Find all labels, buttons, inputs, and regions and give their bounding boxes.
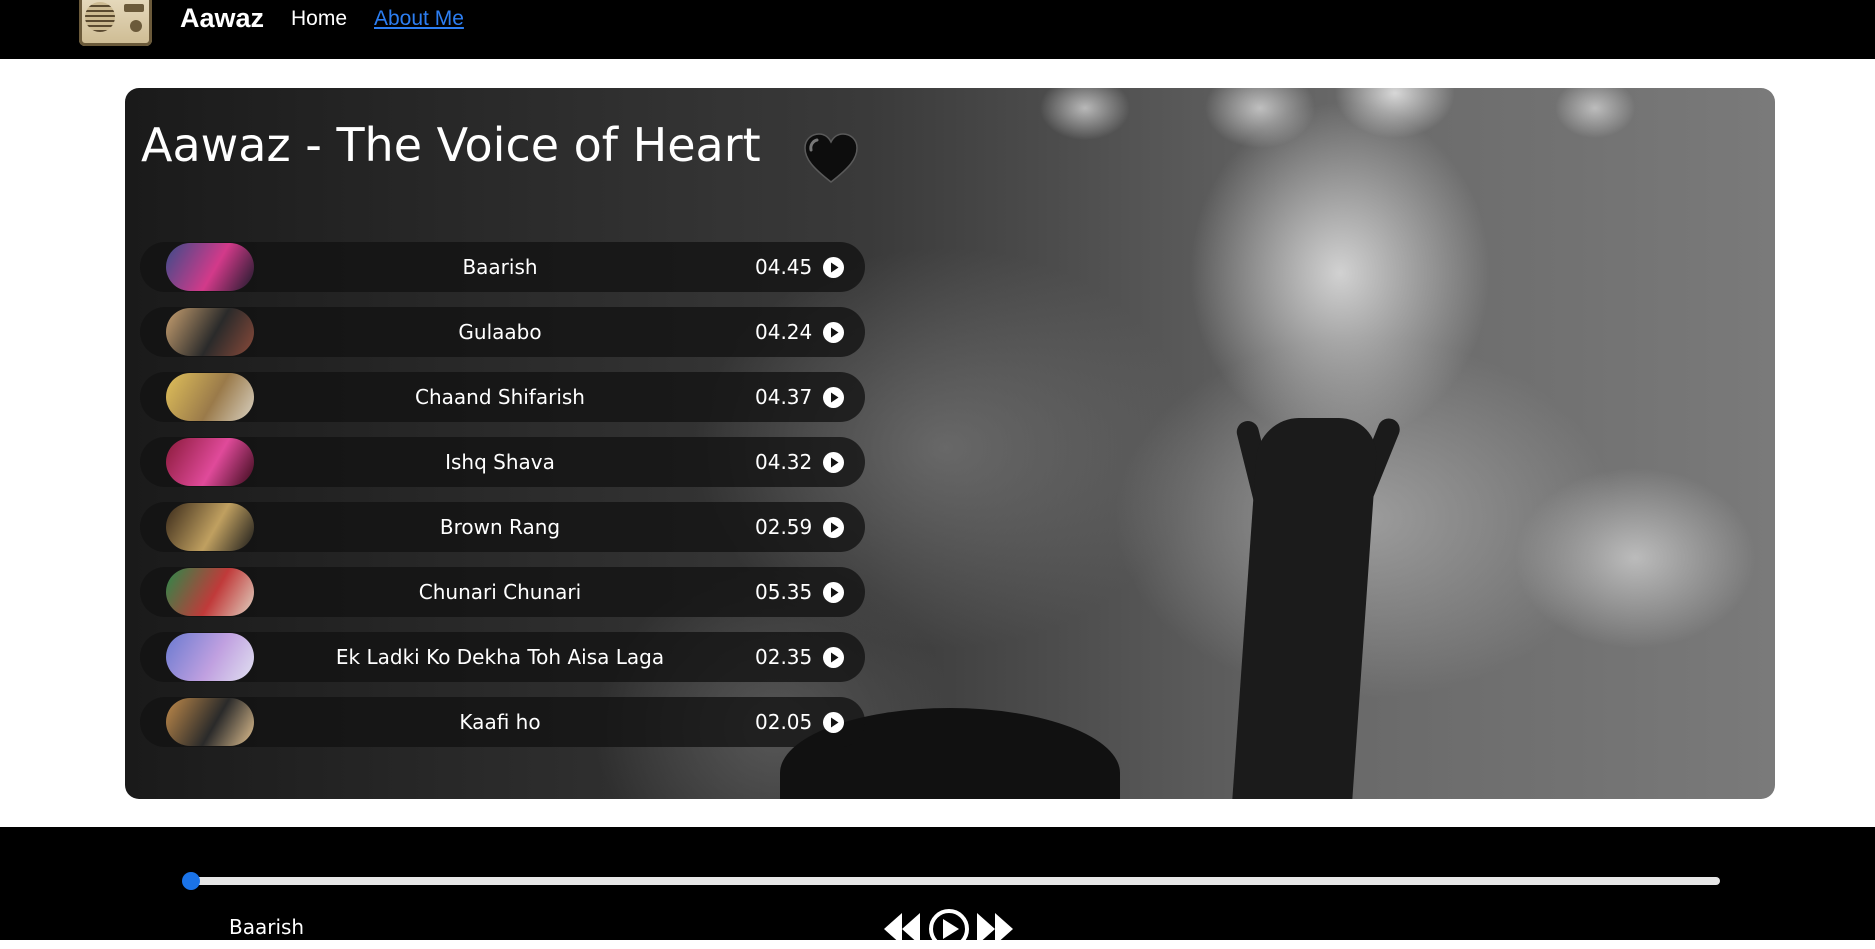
play-icon[interactable] bbox=[823, 387, 844, 408]
song-duration: 02.05 bbox=[755, 710, 813, 734]
nav-link-home[interactable]: Home bbox=[291, 7, 347, 31]
play-icon[interactable] bbox=[823, 647, 844, 668]
song-item[interactable]: Brown Rang 02.59 bbox=[140, 502, 865, 552]
song-name: Gulaabo bbox=[458, 320, 542, 344]
radio-dial bbox=[124, 4, 144, 12]
song-duration: 04.32 bbox=[755, 450, 813, 474]
previous-icon[interactable] bbox=[884, 913, 920, 945]
song-item[interactable]: Ek Ladki Ko Dekha Toh Aisa Laga 02.35 bbox=[140, 632, 865, 682]
song-item[interactable]: Chunari Chunari 05.35 bbox=[140, 567, 865, 617]
song-item[interactable]: Kaafi ho 02.05 bbox=[140, 697, 865, 747]
song-name: Kaafi ho bbox=[459, 710, 541, 734]
song-name: Chaand Shifarish bbox=[415, 385, 585, 409]
play-icon[interactable] bbox=[823, 257, 844, 278]
now-playing-title: Baarish bbox=[229, 915, 305, 939]
play-icon[interactable] bbox=[823, 582, 844, 603]
song-name: Ishq Shava bbox=[445, 450, 555, 474]
song-item[interactable]: Chaand Shifarish 04.37 bbox=[140, 372, 865, 422]
song-name: Brown Rang bbox=[439, 515, 561, 539]
brand-link[interactable]: Aawaz bbox=[180, 3, 264, 34]
radio-knob bbox=[130, 20, 142, 32]
play-icon[interactable] bbox=[823, 712, 844, 733]
play-icon[interactable] bbox=[929, 909, 969, 949]
song-item[interactable]: Gulaabo 04.24 bbox=[140, 307, 865, 357]
play-icon[interactable] bbox=[823, 452, 844, 473]
song-duration: 04.45 bbox=[755, 255, 813, 279]
album-cover-image bbox=[166, 373, 254, 421]
radio-speaker-grille bbox=[85, 2, 115, 32]
hero-banner: Aawaz - The Voice of Heart Baarish 04.45 G… bbox=[125, 88, 1775, 799]
album-cover-image bbox=[166, 243, 254, 291]
song-duration: 05.35 bbox=[755, 580, 813, 604]
page-title: Aawaz - The Voice of Heart bbox=[141, 118, 761, 172]
song-item[interactable]: Baarish 04.45 bbox=[140, 242, 865, 292]
song-duration: 02.35 bbox=[755, 645, 813, 669]
album-cover-image bbox=[166, 633, 254, 681]
navbar: Aawaz Home About Me bbox=[0, 0, 1875, 59]
song-duration: 04.24 bbox=[755, 320, 813, 344]
album-cover-image bbox=[166, 438, 254, 486]
song-name: Ek Ladki Ko Dekha Toh Aisa Laga bbox=[335, 645, 665, 669]
radio-icon[interactable] bbox=[79, 0, 152, 46]
player-bar: Baarish bbox=[0, 827, 1875, 949]
album-cover-image bbox=[166, 308, 254, 356]
album-cover-image bbox=[166, 698, 254, 746]
player-controls bbox=[884, 909, 1013, 949]
progress-slider-thumb[interactable] bbox=[182, 872, 200, 890]
play-icon[interactable] bbox=[823, 517, 844, 538]
progress-track[interactable] bbox=[190, 877, 1720, 885]
song-item[interactable]: Ishq Shava 04.32 bbox=[140, 437, 865, 487]
next-icon[interactable] bbox=[977, 913, 1013, 945]
album-cover-image bbox=[166, 568, 254, 616]
song-name: Baarish bbox=[462, 255, 538, 279]
song-duration: 02.59 bbox=[755, 515, 813, 539]
play-icon[interactable] bbox=[823, 322, 844, 343]
song-duration: 04.37 bbox=[755, 385, 813, 409]
song-name: Chunari Chunari bbox=[418, 580, 582, 604]
album-cover-image bbox=[166, 503, 254, 551]
black-heart-icon bbox=[804, 133, 858, 183]
nav-link-about[interactable]: About Me bbox=[374, 7, 464, 31]
